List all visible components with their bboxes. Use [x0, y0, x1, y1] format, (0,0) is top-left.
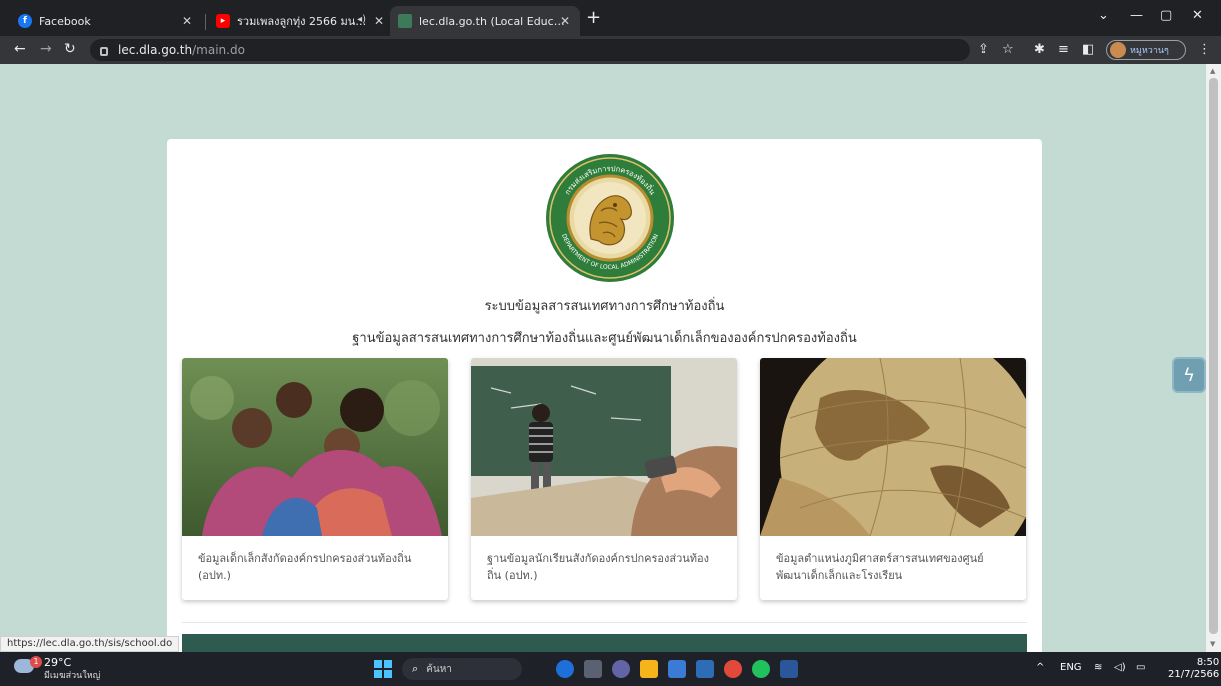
department-seal-logo: กรมส่งเสริมการปกครองท้องถิ่น DEPARTMENT …: [546, 154, 674, 282]
back-arrow-icon[interactable]: ←: [14, 41, 26, 57]
bing-icon[interactable]: [556, 660, 574, 678]
address-bar[interactable]: lec.dla.go.th/main.do: [90, 39, 970, 61]
card-child-data[interactable]: ข้อมูลเด็กเล็กสังกัดองค์กรปกครองส่วนท้อง…: [182, 358, 448, 600]
youtube-icon: ▸: [216, 14, 230, 28]
system-clock[interactable]: 8:50 21/7/2566: [1168, 657, 1219, 681]
media-player-icon[interactable]: [696, 660, 714, 678]
share-icon[interactable]: ⇪: [978, 42, 989, 58]
profile-button[interactable]: หมูหวานๆ: [1106, 40, 1186, 60]
volume-icon[interactable]: ◁): [1114, 662, 1126, 673]
reading-list-icon[interactable]: ≡: [1058, 42, 1069, 58]
main-card: กรมส่งเสริมการปกครองท้องถิ่น DEPARTMENT …: [167, 139, 1042, 652]
tray-chevron-icon[interactable]: ^: [1036, 662, 1044, 673]
new-tab-button[interactable]: +: [586, 9, 601, 27]
tab-youtube[interactable]: ▸ รวมเพลงลูกทุ่ง 2566 มนต์แคน แก่ ◂) ✕: [208, 6, 394, 36]
chrome-icon[interactable]: [724, 660, 742, 678]
tab-title: lec.dla.go.th (Local Education Cen: [419, 14, 569, 28]
facebook-icon: f: [18, 14, 32, 28]
close-icon[interactable]: ✕: [374, 14, 384, 28]
weather-condition: มีเมฆส่วนใหญ่: [44, 671, 101, 681]
search-icon: ⌕: [412, 662, 419, 675]
reload-icon[interactable]: ↻: [64, 41, 76, 57]
scroll-down-icon[interactable]: ▼: [1210, 640, 1215, 648]
close-window-button[interactable]: ✕: [1192, 8, 1203, 23]
file-explorer-icon[interactable]: [640, 660, 658, 678]
site-favicon-icon: [398, 14, 412, 28]
search-placeholder: ค้นหา: [426, 663, 452, 675]
close-icon[interactable]: ✕: [182, 14, 192, 28]
notification-badge: 1: [30, 656, 42, 668]
link-status-bar: https://lec.dla.go.th/sis/school.do: [0, 636, 180, 652]
minimize-button[interactable]: —: [1130, 8, 1143, 23]
task-view-icon[interactable]: [584, 660, 602, 678]
card-caption: ข้อมูลเด็กเล็กสังกัดองค์กรปกครองส่วนท้อง…: [198, 552, 412, 582]
close-icon[interactable]: ✕: [560, 14, 570, 28]
clock-date: 21/7/2566: [1168, 669, 1220, 680]
children-hugging-image: [182, 358, 448, 536]
page-scrollbar[interactable]: ▲ ▼: [1206, 64, 1221, 652]
restore-button[interactable]: ▢: [1160, 8, 1172, 23]
tab-title: Facebook: [39, 14, 91, 28]
word-icon[interactable]: [780, 660, 798, 678]
forward-arrow-icon[interactable]: →: [40, 41, 52, 57]
wifi-icon[interactable]: ≋: [1094, 662, 1102, 673]
floating-lightning-button[interactable]: ϟ: [1172, 357, 1206, 393]
menu-dots-icon[interactable]: ⋮: [1198, 42, 1211, 58]
tab-lec-dla[interactable]: lec.dla.go.th (Local Education Cen ✕: [390, 6, 580, 36]
windows-start-icon[interactable]: [374, 660, 392, 678]
teams-chat-icon[interactable]: [612, 660, 630, 678]
scroll-up-icon[interactable]: ▲: [1210, 67, 1215, 75]
taskbar-search[interactable]: ⌕ ค้นหา: [402, 658, 522, 680]
clock-time: 8:50: [1196, 657, 1220, 668]
classroom-chalkboard-image: [471, 358, 737, 536]
avatar: [1110, 42, 1126, 58]
card-caption: ฐานข้อมูลนักเรียนสังกัดองค์กรปกครองส่วนท…: [487, 552, 710, 582]
globe-image: [760, 358, 1026, 536]
card-geographic-data[interactable]: ข้อมูลตำแหน่งภูมิศาสตร์สารสนเทศของศูนย์พ…: [760, 358, 1026, 600]
browser-tab-bar: f Facebook ✕ ▸ รวมเพลงลูกทุ่ง 2566 มนต์แ…: [0, 0, 1221, 36]
page-title: ระบบข้อมูลสารสนเทศทางการศึกษาท้องถิ่น: [484, 299, 725, 314]
windows-taskbar: 1 29°C มีเมฆส่วนใหญ่ ⌕ ค้นหา ^ ENG ≋ ◁) …: [0, 652, 1221, 686]
lock-icon: [100, 46, 108, 56]
url-path: /main.do: [192, 43, 245, 57]
temperature: 29°C: [44, 656, 72, 669]
bookmark-star-icon[interactable]: ☆: [1002, 42, 1014, 58]
browser-toolbar: ← → ↻ lec.dla.go.th/main.do ⇪ ☆ ✱ ≡ ◧ ⋮: [0, 36, 1221, 64]
footer-green-bar: [182, 634, 1027, 652]
tab-facebook[interactable]: f Facebook ✕: [10, 6, 202, 36]
battery-icon[interactable]: ▭: [1136, 662, 1145, 673]
page-subtitle: ฐานข้อมูลสารสนเทศทางการศึกษาท้องถิ่นและศ…: [352, 331, 857, 346]
profile-name: หมูหวานๆ: [1130, 46, 1169, 56]
url-host: lec.dla.go.th: [118, 43, 193, 57]
audio-playing-icon[interactable]: ◂): [357, 14, 366, 25]
tab-separator: [205, 14, 206, 30]
language-indicator[interactable]: ENG: [1060, 662, 1082, 673]
extensions-icon[interactable]: ✱: [1034, 42, 1045, 58]
tab-title: รวมเพลงลูกทุ่ง 2566 มนต์แคน แก่: [237, 15, 367, 28]
side-panel-icon[interactable]: ◧: [1082, 42, 1094, 58]
line-app-icon[interactable]: [752, 660, 770, 678]
tab-search-chevron-icon[interactable]: ⌄: [1098, 8, 1109, 23]
card-caption: ข้อมูลตำแหน่งภูมิศาสตร์สารสนเทศของศูนย์พ…: [776, 552, 984, 582]
divider: [182, 622, 1027, 623]
microsoft-store-icon[interactable]: [668, 660, 686, 678]
scrollbar-thumb[interactable]: [1209, 78, 1218, 634]
page-viewport: กรมส่งเสริมการปกครองท้องถิ่น DEPARTMENT …: [0, 64, 1206, 652]
card-student-database[interactable]: ฐานข้อมูลนักเรียนสังกัดองค์กรปกครองส่วนท…: [471, 358, 737, 600]
